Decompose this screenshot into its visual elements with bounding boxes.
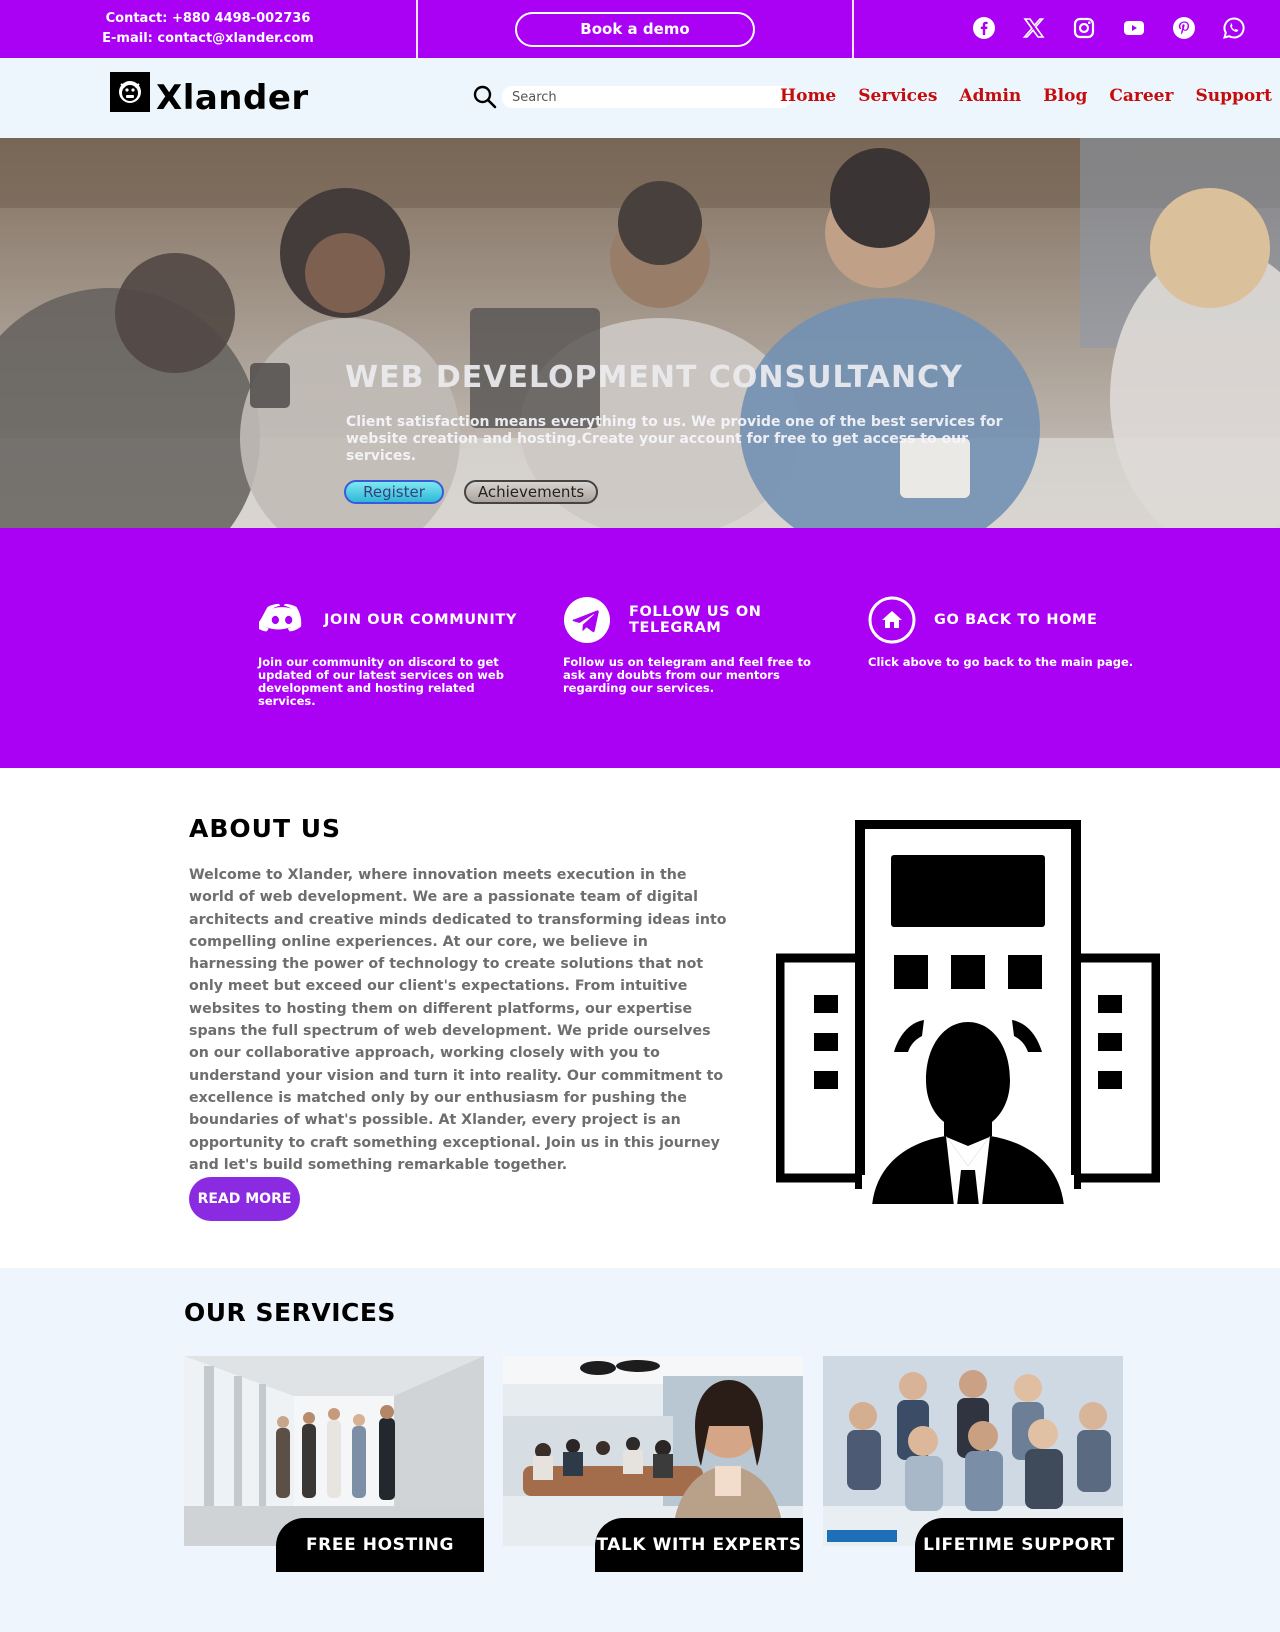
book-demo-button[interactable]: Book a demo (515, 11, 755, 47)
hero-description: Client satisfaction means everything to … (346, 414, 1003, 464)
youtube-icon[interactable] (1120, 14, 1148, 42)
about-text: Welcome to Xlander, where innovation mee… (189, 867, 727, 1173)
main-nav: Home Services Admin Blog Career Support (780, 86, 1272, 106)
feature-description: Follow us on telegram and feel free to a… (563, 655, 811, 695)
logo-text[interactable]: Xlander (156, 78, 309, 118)
feature-description: Click above to go back to the main page. (868, 655, 1134, 669)
service-card-hosting[interactable]: FREE HOSTING (184, 1356, 484, 1572)
register-button[interactable]: Register (344, 480, 444, 504)
service-card-support[interactable]: LIFETIME SUPPORT (823, 1356, 1123, 1572)
feature-community: JOIN OUR COMMUNITY Join our community on… (258, 596, 528, 708)
service-label[interactable]: TALK WITH EXPERTS (595, 1518, 803, 1572)
discord-icon[interactable] (258, 596, 306, 644)
hero-background-image (0, 138, 1280, 528)
feature-description: Join our community on discord to get upd… (258, 655, 504, 708)
contact-phone: Contact: +880 4498-002736 (105, 11, 311, 26)
search-input[interactable] (502, 86, 792, 108)
feature-title[interactable]: GO BACK TO HOME (934, 612, 1098, 628)
services-title: OUR SERVICES (184, 1298, 396, 1327)
service-label[interactable]: FREE HOSTING (276, 1518, 484, 1572)
hero-title: WEB DEVELOPMENT CONSULTANCY (345, 360, 963, 395)
facebook-icon[interactable] (970, 14, 998, 42)
instagram-icon[interactable] (1070, 14, 1098, 42)
nav-support[interactable]: Support (1195, 86, 1272, 106)
achievements-button[interactable]: Achievements (464, 480, 598, 504)
logo-icon[interactable] (110, 72, 150, 112)
office-building-icon (776, 820, 1160, 1204)
contact-info: Contact: +880 4498-002736 E-mail: contac… (0, 0, 418, 58)
hero-buttons: Register Achievements (344, 480, 598, 504)
feature-telegram: FOLLOW US ON TELEGRAM Follow us on teleg… (563, 596, 833, 695)
service-label[interactable]: LIFETIME SUPPORT (915, 1518, 1123, 1572)
whatsapp-icon[interactable] (1220, 14, 1248, 42)
nav-admin[interactable]: Admin (959, 86, 1021, 106)
about-title: ABOUT US (189, 814, 342, 843)
telegram-icon[interactable] (563, 596, 611, 644)
feature-title[interactable]: JOIN OUR COMMUNITY (324, 612, 517, 628)
service-card-experts[interactable]: TALK WITH EXPERTS (503, 1356, 803, 1572)
home-icon[interactable] (868, 596, 916, 644)
hero-banner: WEB DEVELOPMENT CONSULTANCY Client satis… (0, 138, 1280, 528)
nav-services[interactable]: Services (858, 86, 937, 106)
demo-area: Book a demo (418, 0, 854, 58)
services-section: OUR SERVICES FREE HOSTING TALK WITH EXPE… (0, 1268, 1280, 1632)
pinterest-icon[interactable] (1170, 14, 1198, 42)
feature-home: GO BACK TO HOME Click above to go back t… (868, 596, 1158, 669)
nav-career[interactable]: Career (1109, 86, 1173, 106)
search-bar (472, 84, 792, 110)
community-band: JOIN OUR COMMUNITY Join our community on… (0, 528, 1280, 768)
search-icon[interactable] (472, 84, 498, 110)
x-icon[interactable] (1020, 14, 1048, 42)
nav-blog[interactable]: Blog (1043, 86, 1087, 106)
social-links (970, 14, 1248, 42)
feature-title[interactable]: FOLLOW US ON TELEGRAM (629, 604, 833, 636)
main-header: Xlander Home Services Admin Blog Career … (0, 58, 1280, 138)
nav-home[interactable]: Home (780, 86, 836, 106)
contact-email: E-mail: contact@xlander.com (102, 31, 314, 46)
read-more-button[interactable]: READ MORE (189, 1177, 300, 1221)
top-bar: Contact: +880 4498-002736 E-mail: contac… (0, 0, 1280, 58)
